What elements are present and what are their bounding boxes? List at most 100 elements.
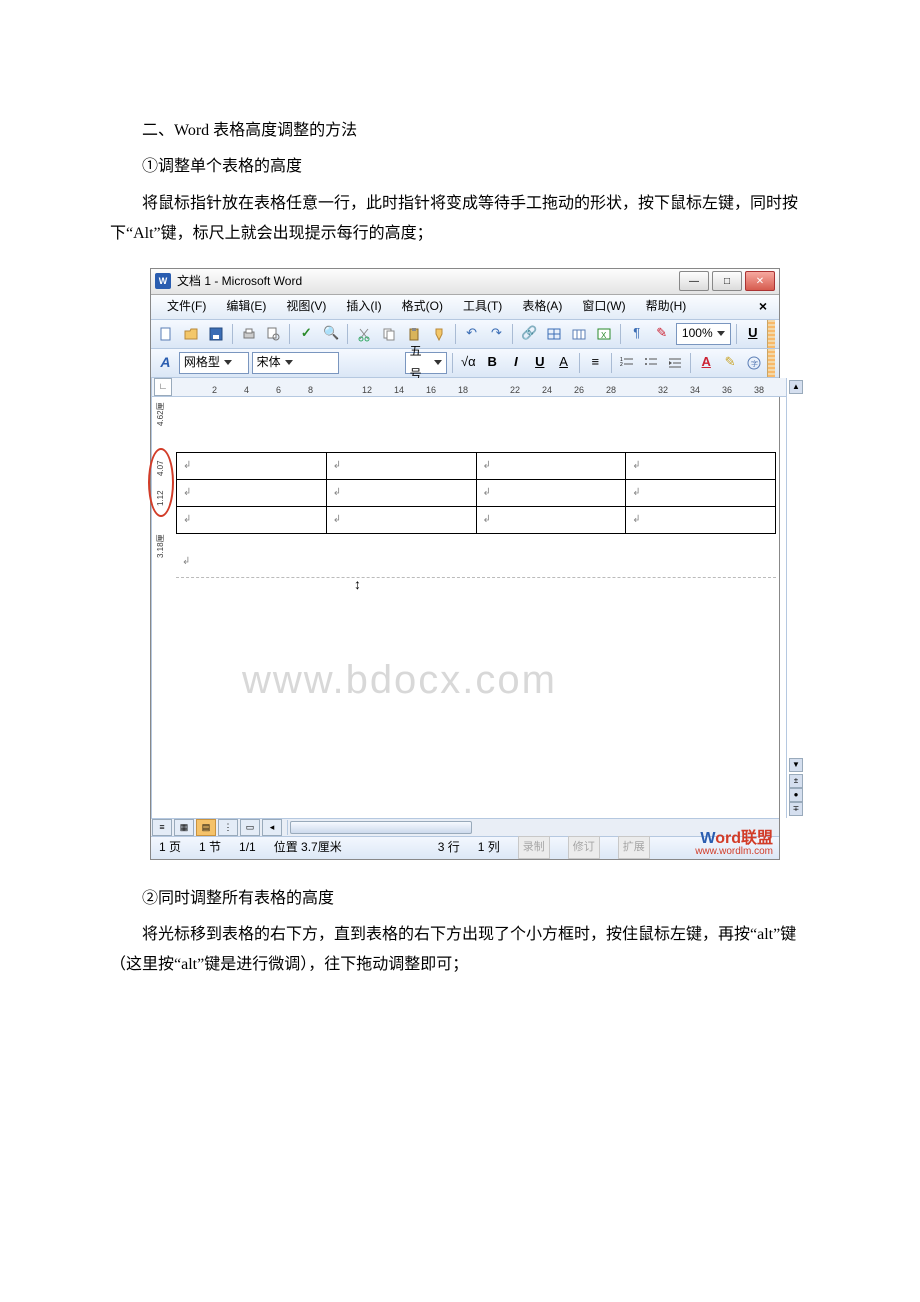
table-cell[interactable]: ↲ xyxy=(326,479,476,506)
save-icon[interactable] xyxy=(205,322,227,346)
scroll-up-icon[interactable]: ▲ xyxy=(789,380,803,394)
bold-icon[interactable]: B xyxy=(482,351,503,375)
scroll-down-icon[interactable]: ▼ xyxy=(789,758,803,772)
print-icon[interactable] xyxy=(238,322,260,346)
style-combo[interactable]: 网格型 xyxy=(179,352,249,374)
separator-icon xyxy=(611,353,612,373)
separator-icon xyxy=(620,324,621,344)
web-view-icon[interactable]: ▦ xyxy=(174,819,194,836)
word-app-icon: W xyxy=(155,273,171,289)
prev-page-icon[interactable]: ± xyxy=(789,774,803,788)
underline-icon[interactable]: U xyxy=(529,351,550,375)
menu-edit[interactable]: 编辑(E) xyxy=(216,293,276,320)
new-icon[interactable] xyxy=(155,322,177,346)
copy-icon[interactable] xyxy=(378,322,400,346)
menu-window[interactable]: 窗口(W) xyxy=(572,293,635,320)
tab-stop-icon[interactable]: ∟ xyxy=(154,378,172,396)
table-cell[interactable]: ↲ xyxy=(326,506,476,533)
toolbar-standard: ✓ 🔍 ↶ ↷ 🔗 X ¶ ✎ 100% U xyxy=(151,320,779,349)
titlebar: W 文档 1 - Microsoft Word — □ ✕ xyxy=(151,269,779,295)
sample-table[interactable]: ↲ ↲ ↲ ↲ ↲ ↲ ↲ ↲ ↲ ↲ xyxy=(176,452,776,534)
word-screenshot: W 文档 1 - Microsoft Word — □ ✕ 文件(F) 编辑(E… xyxy=(150,268,780,860)
reading-view-icon[interactable]: ▭ xyxy=(240,819,260,836)
table-cell[interactable]: ↲ xyxy=(626,479,776,506)
asian-layout-icon[interactable]: 字 xyxy=(743,351,764,375)
table-cell[interactable]: ↲ xyxy=(326,452,476,479)
menu-tools[interactable]: 工具(T) xyxy=(453,293,512,320)
close-document-button[interactable]: × xyxy=(753,293,773,320)
research-icon[interactable]: 🔍 xyxy=(320,322,342,346)
table-cell[interactable]: ↲ xyxy=(626,506,776,533)
format-painter-icon[interactable] xyxy=(428,322,450,346)
watermark: www.bdocx.com xyxy=(242,642,557,718)
menu-format[interactable]: 格式(O) xyxy=(392,293,453,320)
formula-icon[interactable]: √α xyxy=(458,351,479,375)
menu-view[interactable]: 视图(V) xyxy=(276,293,336,320)
table-row[interactable]: ↲ ↲ ↲ ↲ xyxy=(177,479,776,506)
section-heading: 二、Word 表格高度调整的方法 xyxy=(110,116,820,146)
spellcheck-icon[interactable]: ✓ xyxy=(295,322,317,346)
open-icon[interactable] xyxy=(180,322,202,346)
status-record[interactable]: 录制 xyxy=(518,836,550,859)
table-cell[interactable]: ↲ xyxy=(177,506,327,533)
doc-map-icon[interactable]: ¶ xyxy=(626,322,648,346)
separator-icon xyxy=(512,324,513,344)
status-track[interactable]: 修订 xyxy=(568,836,600,859)
redo-icon[interactable]: ↷ xyxy=(486,322,508,346)
font-color-border-icon[interactable]: A xyxy=(553,351,574,375)
bullet-list-icon[interactable] xyxy=(640,351,661,375)
next-page-icon[interactable]: ∓ xyxy=(789,802,803,816)
horizontal-ruler[interactable]: ∟ 2 4 6 8 12 14 16 18 22 24 26 28 32 34 … xyxy=(152,378,786,397)
hyperlink-icon[interactable]: 🔗 xyxy=(518,322,540,346)
browse-object-icon[interactable]: ● xyxy=(789,788,803,802)
document-body[interactable]: ↲ ↲ ↲ ↲ ↲ ↲ ↲ ↲ ↲ ↲ xyxy=(152,397,786,818)
separator-icon xyxy=(690,353,691,373)
excel-icon[interactable]: X xyxy=(593,322,615,346)
menu-file[interactable]: 文件(F) xyxy=(157,293,216,320)
table-cell[interactable]: ↲ xyxy=(626,452,776,479)
zoom-combo[interactable]: 100% xyxy=(676,323,731,345)
resize-cursor-icon: ↕ xyxy=(354,571,361,598)
table-row[interactable]: ↲ ↲ ↲ ↲ xyxy=(177,452,776,479)
scroll-thumb[interactable] xyxy=(290,821,472,834)
toolbar-overflow-icon[interactable] xyxy=(767,320,775,348)
highlight-icon[interactable]: ✎ xyxy=(720,351,741,375)
normal-view-icon[interactable]: ≡ xyxy=(152,819,172,836)
undo-icon[interactable]: ↶ xyxy=(461,322,483,346)
paragraph-1: 将鼠标指针放在表格任意一行，此时指针将变成等待手工拖动的形状，按下鼠标左键，同时… xyxy=(110,189,820,250)
style-icon[interactable]: A xyxy=(155,351,176,375)
font-color-icon[interactable]: A xyxy=(696,351,717,375)
separator-icon xyxy=(455,324,456,344)
table-cell[interactable]: ↲ xyxy=(476,452,626,479)
outline-view-icon[interactable]: ⋮ xyxy=(218,819,238,836)
table-cell[interactable]: ↲ xyxy=(476,479,626,506)
insert-table-icon[interactable] xyxy=(568,322,590,346)
italic-icon[interactable]: I xyxy=(506,351,527,375)
numbered-list-icon[interactable]: 12 xyxy=(617,351,638,375)
cut-icon[interactable] xyxy=(353,322,375,346)
menu-help[interactable]: 帮助(H) xyxy=(636,293,697,320)
table-row[interactable]: ↲ ↲ ↲ ↲ xyxy=(177,506,776,533)
vertical-scrollbar[interactable]: ▲ ▼ ± ● ∓ xyxy=(786,378,787,818)
print-preview-icon[interactable] xyxy=(263,322,285,346)
toolbar-overflow-icon[interactable] xyxy=(767,349,775,377)
status-extend[interactable]: 扩展 xyxy=(618,836,650,859)
align-icon[interactable]: ≡ xyxy=(585,351,606,375)
underline-icon[interactable]: U xyxy=(742,322,764,346)
menu-insert[interactable]: 插入(I) xyxy=(336,293,391,320)
maximize-button[interactable]: □ xyxy=(712,271,742,291)
table-cell[interactable]: ↲ xyxy=(177,479,327,506)
status-line: 3 行 xyxy=(438,836,460,859)
scroll-left-icon[interactable]: ◂ xyxy=(262,819,282,836)
close-button[interactable]: ✕ xyxy=(745,271,775,291)
indent-icon[interactable] xyxy=(664,351,685,375)
menu-table[interactable]: 表格(A) xyxy=(512,293,572,320)
font-size-combo[interactable]: 五号 xyxy=(405,352,447,374)
table-cell[interactable]: ↲ xyxy=(177,452,327,479)
show-marks-icon[interactable]: ✎ xyxy=(651,322,673,346)
print-layout-view-icon[interactable]: ▤ xyxy=(196,819,216,836)
minimize-button[interactable]: — xyxy=(679,271,709,291)
table-cell[interactable]: ↲ xyxy=(476,506,626,533)
font-combo[interactable]: 宋体 xyxy=(252,352,339,374)
tables-borders-icon[interactable] xyxy=(543,322,565,346)
